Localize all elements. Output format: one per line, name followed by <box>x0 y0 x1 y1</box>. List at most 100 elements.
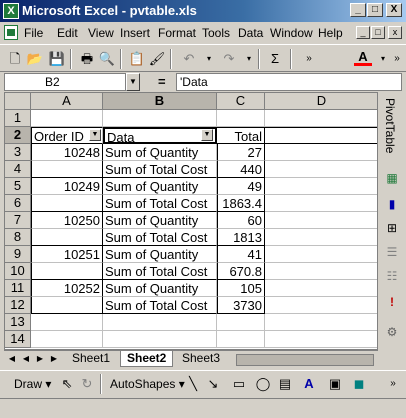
cell-c14[interactable] <box>217 331 265 348</box>
row-header-8[interactable]: 8 <box>5 229 31 246</box>
line-icon[interactable]: ╲ <box>184 375 202 393</box>
cell-b13[interactable] <box>103 314 217 331</box>
row-header-14[interactable]: 14 <box>5 331 31 348</box>
autosum-icon[interactable]: Σ <box>266 50 284 68</box>
undo-icon[interactable]: ↶ <box>180 50 198 68</box>
row-header-12[interactable]: 12 <box>5 297 31 314</box>
cell-b4[interactable]: Sum of Total Cost <box>103 161 217 178</box>
cell-d11[interactable] <box>265 280 377 297</box>
oval-icon[interactable]: ◯ <box>254 375 272 393</box>
row-header-4[interactable]: 4 <box>5 161 31 178</box>
wordart-icon[interactable]: A <box>300 375 318 393</box>
print-preview-icon[interactable]: 🔍 <box>98 50 116 68</box>
cell-a6[interactable] <box>31 195 103 212</box>
tab-sheet3[interactable]: Sheet3 <box>176 351 226 367</box>
cell-a1[interactable] <box>31 110 103 127</box>
draw-menu-button[interactable]: Draw ▾ <box>14 377 51 391</box>
cell-d12[interactable] <box>265 297 377 314</box>
excel-app-icon[interactable]: X <box>3 3 19 19</box>
rectangle-icon[interactable]: ▭ <box>230 375 248 393</box>
cell-d5[interactable] <box>265 178 377 195</box>
cell-c5[interactable]: 49 <box>217 178 265 195</box>
spreadsheet-grid[interactable]: A B C D 1 2 Order ID Data Total 3 10248 Sum of … <box>4 92 378 350</box>
row-header-6[interactable]: 6 <box>5 195 31 212</box>
column-header-d[interactable]: D <box>265 93 377 110</box>
pivot-refresh-icon[interactable]: ! <box>384 294 400 310</box>
paste-icon[interactable]: 📋 <box>128 50 146 68</box>
pivot-wizard-icon[interactable]: ⊞ <box>384 220 400 236</box>
cell-d8[interactable] <box>265 229 377 246</box>
next-sheet-icon[interactable]: ▶ <box>34 353 46 365</box>
menu-tools[interactable]: Tools <box>202 26 230 40</box>
cell-c3[interactable]: 27 <box>217 144 265 161</box>
cell-d14[interactable] <box>265 331 377 348</box>
row-header-7[interactable]: 7 <box>5 212 31 229</box>
cell-a7[interactable]: 10250 <box>31 212 103 229</box>
cell-b10[interactable]: Sum of Total Cost <box>103 263 217 280</box>
cell-d10[interactable] <box>265 263 377 280</box>
workbook-icon[interactable] <box>4 25 18 40</box>
pivot-field-settings-icon[interactable]: ⚙ <box>384 324 400 340</box>
menu-view[interactable]: View <box>88 26 114 40</box>
doc-restore-button[interactable]: □ <box>371 26 385 39</box>
font-color-icon[interactable]: A <box>354 50 372 66</box>
redo-icon[interactable]: ↷ <box>220 50 238 68</box>
tab-sheet1[interactable]: Sheet1 <box>66 351 116 367</box>
column-header-a[interactable]: A <box>31 93 103 110</box>
row-header-11[interactable]: 11 <box>5 280 31 297</box>
row-header-2[interactable]: 2 <box>5 127 31 144</box>
name-box[interactable]: B2 <box>4 73 126 91</box>
more-buttons-icon[interactable]: » <box>300 50 318 68</box>
row-header-3[interactable]: 3 <box>5 144 31 161</box>
cell-c6[interactable]: 1863.4 <box>217 195 265 212</box>
cell-a14[interactable] <box>31 331 103 348</box>
menu-window[interactable]: Window <box>270 26 313 40</box>
last-sheet-icon[interactable]: ▶ <box>48 353 60 365</box>
cell-a12[interactable] <box>31 297 103 314</box>
menu-file[interactable]: File <box>24 26 43 40</box>
prev-sheet-icon[interactable]: ◀ <box>20 353 32 365</box>
cell-c11[interactable]: 105 <box>217 280 265 297</box>
menu-data[interactable]: Data <box>238 26 263 40</box>
cell-b12[interactable]: Sum of Total Cost <box>103 297 217 314</box>
cell-a4[interactable] <box>31 161 103 178</box>
toolbar-overflow-icon[interactable]: » <box>388 50 406 68</box>
cell-c4[interactable]: 440 <box>217 161 265 178</box>
order-id-field-dropdown-icon[interactable]: ▼ <box>89 129 101 141</box>
cell-c10[interactable]: 670.8 <box>217 263 265 280</box>
cell-d7[interactable] <box>265 212 377 229</box>
cell-c12[interactable]: 3730 <box>217 297 265 314</box>
drawing-overflow-icon[interactable]: » <box>384 375 402 393</box>
cell-d4[interactable] <box>265 161 377 178</box>
horizontal-scrollbar[interactable] <box>236 354 374 366</box>
tab-sheet2[interactable]: Sheet2 <box>120 351 174 367</box>
new-icon[interactable]: 🗋 <box>6 50 24 68</box>
cell-a5[interactable]: 10249 <box>31 178 103 195</box>
cell-b9[interactable]: Sum of Quantity <box>103 246 217 263</box>
cell-c9[interactable]: 41 <box>217 246 265 263</box>
row-header-10[interactable]: 10 <box>5 263 31 280</box>
open-icon[interactable]: 📂 <box>26 50 44 68</box>
menu-format[interactable]: Format <box>158 26 196 40</box>
cell-d9[interactable] <box>265 246 377 263</box>
format-painter-icon[interactable]: 🖌 <box>148 50 166 68</box>
cell-a8[interactable] <box>31 229 103 246</box>
cell-c1[interactable] <box>217 110 265 127</box>
cell-c2[interactable]: Total <box>217 127 265 144</box>
clipart-icon[interactable]: ▣ <box>326 375 344 393</box>
row-header-1[interactable]: 1 <box>5 110 31 127</box>
cell-b1[interactable] <box>103 110 217 127</box>
cell-a3[interactable]: 10248 <box>31 144 103 161</box>
free-rotate-icon[interactable]: ↻ <box>78 375 96 393</box>
select-objects-icon[interactable]: ⇖ <box>58 375 76 393</box>
cell-c8[interactable]: 1813 <box>217 229 265 246</box>
menu-insert[interactable]: Insert <box>120 26 150 40</box>
data-field-dropdown-icon[interactable]: ▼ <box>201 129 213 141</box>
cell-d3[interactable] <box>265 144 377 161</box>
column-header-b[interactable]: B <box>103 93 217 110</box>
cell-d2[interactable] <box>265 127 377 144</box>
column-header-c[interactable]: C <box>217 93 265 110</box>
select-all-corner[interactable] <box>5 93 31 110</box>
row-header-13[interactable]: 13 <box>5 314 31 331</box>
cell-b11[interactable]: Sum of Quantity <box>103 280 217 297</box>
